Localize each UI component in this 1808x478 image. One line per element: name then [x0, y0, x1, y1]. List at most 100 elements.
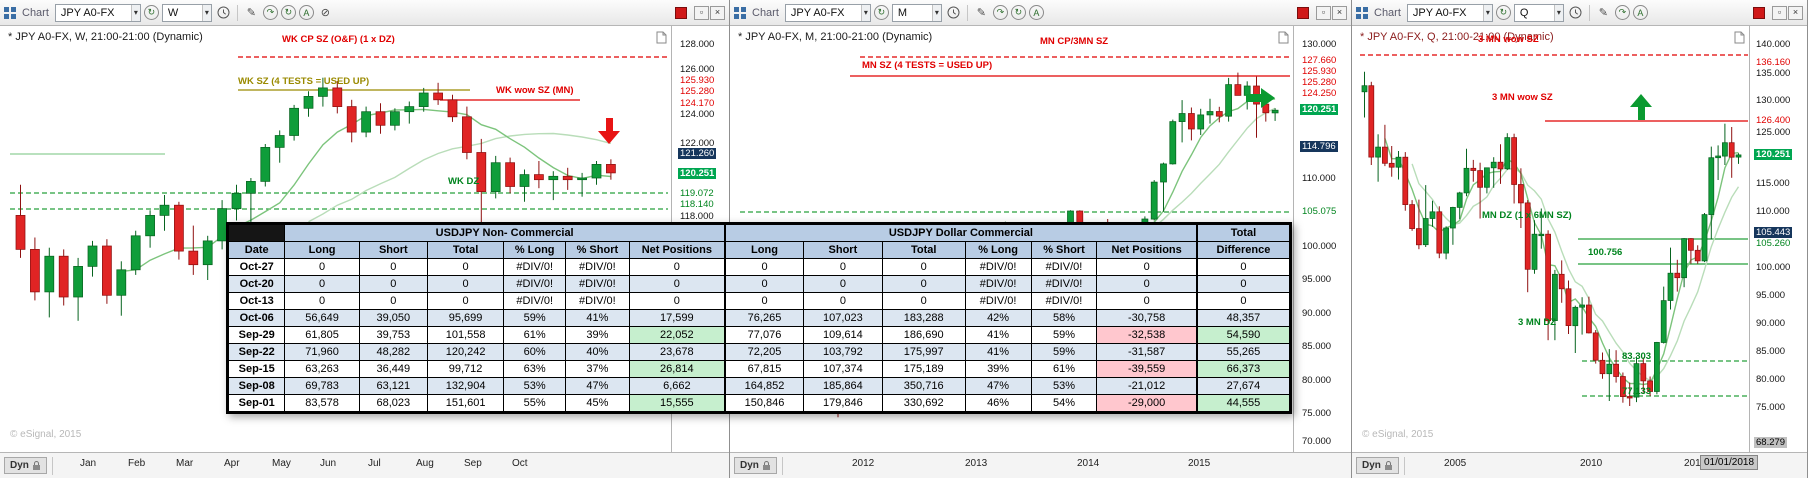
window-controls: ▫ ×	[1315, 5, 1347, 20]
refresh-symbol-button[interactable]: ↻	[143, 5, 159, 20]
chart-title: * JPY A0-FX, Q, 21:00-21:00 (Dynamic)	[1360, 31, 1554, 43]
group-header-commercial: USDJPY Dollar Commercial	[723, 223, 1198, 242]
redo-circle-button[interactable]: ↷	[1614, 5, 1630, 20]
annotation-a-button[interactable]: A	[298, 5, 314, 20]
table-cell: 59%	[1030, 343, 1098, 361]
table-cell: -39,559	[1096, 360, 1198, 378]
window-controls: ▫ ×	[693, 5, 725, 20]
close-window-button[interactable]: ×	[710, 5, 725, 20]
redo-circle-button[interactable]: ↷	[262, 5, 278, 20]
chart-window-label: Chart	[22, 6, 49, 19]
axis-divider	[781, 456, 783, 475]
table-cell: 61,805	[284, 326, 360, 344]
table-group-header-row: USDJPY Non- Commercial USDJPY Dollar Com…	[226, 223, 1291, 242]
interval-input[interactable]: Q ▾	[1513, 3, 1564, 22]
clear-studies-button[interactable]: ⊘	[317, 4, 334, 22]
column-header: Total	[881, 241, 966, 259]
redo-circle-button[interactable]: ↷	[992, 5, 1008, 20]
draw-pencil-button[interactable]: ✎	[973, 4, 990, 22]
column-header: Net Positions	[1096, 241, 1198, 259]
chart-panel-quarterly: Chart JPY A0-FX ▾ ↻ Q ▾ ✎ ↷ A ▫ × * JPY …	[1352, 0, 1808, 478]
close-window-button[interactable]: ×	[1788, 5, 1803, 20]
interval-input[interactable]: W ▾	[161, 3, 212, 22]
chevron-down-icon[interactable]: ▾	[1482, 4, 1492, 21]
annotation-a-button[interactable]: A	[1028, 5, 1044, 20]
table-cell: 175,997	[881, 343, 966, 361]
draw-pencil-button[interactable]: ✎	[1595, 4, 1612, 22]
alert-stop-button[interactable]	[1297, 6, 1309, 19]
chart-plot-area[interactable]: * JPY A0-FX, Q, 21:00-21:00 (Dynamic) © …	[1352, 26, 1807, 452]
table-cell: 0	[803, 292, 883, 310]
annotation-a-button[interactable]: A	[1632, 5, 1648, 20]
table-cell: -32,538	[1096, 326, 1198, 344]
reload-circle-button[interactable]: ↻	[280, 5, 296, 20]
table-cell: 60%	[503, 343, 566, 361]
chart-toolbar: Chart JPY A0-FX ▾ ↻ M ▾ ✎ ↷ ↻ A ▫ ×	[730, 0, 1351, 26]
table-cell: 69,783	[284, 377, 360, 395]
close-window-button[interactable]: ×	[1332, 5, 1347, 20]
dynamic-session-button[interactable]: Dyn	[734, 457, 777, 474]
table-cell: 59%	[503, 309, 566, 327]
chevron-down-icon[interactable]: ▾	[931, 4, 941, 21]
dynamic-session-button[interactable]: Dyn	[1356, 457, 1399, 474]
chevron-down-icon[interactable]: ▾	[1553, 4, 1563, 21]
chevron-down-icon[interactable]: ▾	[860, 4, 870, 21]
table-cell: 330,692	[881, 394, 966, 413]
page-icon[interactable]	[656, 31, 667, 49]
column-header: Short	[803, 241, 883, 259]
interval-value: W	[167, 6, 179, 19]
time-template-button[interactable]	[945, 4, 962, 22]
table-cell: #DIV/0!	[565, 275, 630, 293]
price-axis-border	[1749, 26, 1750, 452]
time-template-button[interactable]	[215, 4, 232, 22]
chevron-down-icon[interactable]: ▾	[201, 4, 211, 21]
table-cell: 39%	[964, 360, 1032, 378]
page-icon[interactable]	[1734, 31, 1745, 49]
table-cell: Oct-27	[226, 258, 286, 276]
dynamic-session-button[interactable]: Dyn	[4, 457, 47, 474]
esignal-watermark: © eSignal, 2015	[1362, 429, 1434, 440]
time-template-button[interactable]	[1567, 4, 1584, 22]
dyn-label: Dyn	[740, 460, 759, 471]
draw-pencil-button[interactable]: ✎	[243, 4, 260, 22]
table-cell: 61%	[1030, 360, 1098, 378]
layout-grid-icon[interactable]	[734, 6, 746, 19]
table-cell: 17,599	[628, 309, 726, 327]
alert-stop-button[interactable]	[675, 6, 687, 19]
clock-icon	[1569, 6, 1582, 19]
refresh-symbol-button[interactable]: ↻	[1495, 5, 1511, 20]
interval-input[interactable]: M ▾	[891, 3, 942, 22]
table-cell: Sep-22	[226, 343, 286, 361]
table-row: Sep-29 61,805 39,753 101,558 61% 39% 22,052 77,…	[226, 326, 1291, 344]
restore-window-button[interactable]: ▫	[1772, 5, 1787, 20]
table-cell: 0	[723, 292, 805, 310]
symbol-input[interactable]: JPY A0-FX ▾	[1406, 3, 1493, 22]
table-cell: 55%	[503, 394, 566, 413]
table-cell: 61%	[503, 326, 566, 344]
chevron-down-icon[interactable]: ▾	[130, 4, 140, 21]
table-cell: 72,205	[723, 343, 805, 361]
alert-stop-button[interactable]	[1753, 6, 1765, 19]
table-cell: #DIV/0!	[964, 292, 1032, 310]
layout-grid-icon[interactable]	[4, 6, 16, 19]
table-cell: 42%	[964, 309, 1032, 327]
toolbar-divider	[1588, 4, 1590, 21]
table-cell: #DIV/0!	[503, 275, 566, 293]
symbol-input[interactable]: JPY A0-FX ▾	[784, 3, 871, 22]
price-axis-border	[1293, 26, 1294, 452]
table-cell: 95,699	[426, 309, 505, 327]
table-cell: Sep-08	[226, 377, 286, 395]
layout-grid-icon[interactable]	[1356, 6, 1368, 19]
table-row: Sep-08 69,783 63,121 132,904 53% 47% 6,662 164,…	[226, 377, 1291, 395]
chart-title: * JPY A0-FX, M, 21:00-21:00 (Dynamic)	[738, 31, 933, 43]
restore-window-button[interactable]: ▫	[694, 5, 709, 20]
table-cell: 101,558	[426, 326, 505, 344]
symbol-input[interactable]: JPY A0-FX ▾	[54, 3, 141, 22]
table-cell: -21,012	[1096, 377, 1198, 395]
reload-circle-button[interactable]: ↻	[1010, 5, 1026, 20]
refresh-symbol-button[interactable]: ↻	[873, 5, 889, 20]
restore-window-button[interactable]: ▫	[1316, 5, 1331, 20]
table-cell: #DIV/0!	[503, 292, 566, 310]
table-cell: 67,815	[723, 360, 805, 378]
page-icon[interactable]	[1278, 31, 1289, 49]
